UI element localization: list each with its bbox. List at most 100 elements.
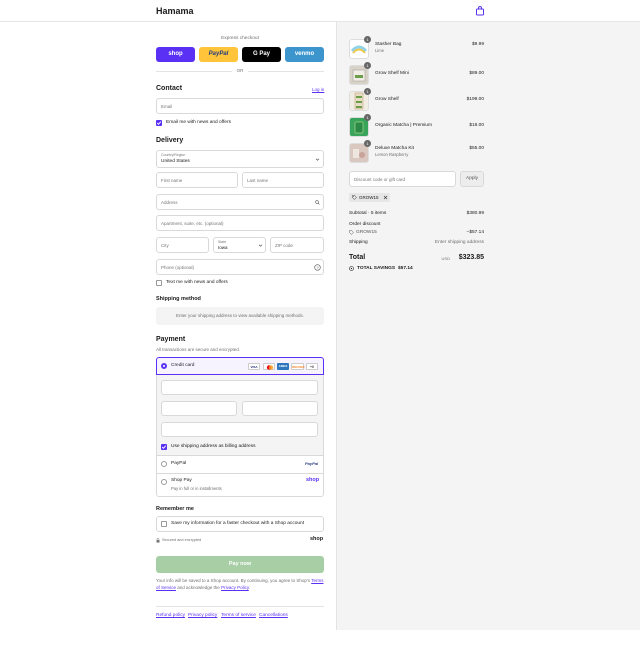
savings-label: TOTAL SAVINGS xyxy=(357,266,396,271)
quantity-badge: 1 xyxy=(364,36,371,43)
credit-card-radio[interactable] xyxy=(161,363,167,369)
shop-logo: shop xyxy=(310,536,324,542)
billing-same-checkbox[interactable] xyxy=(161,444,167,450)
shipping-label: Shipping xyxy=(349,240,368,245)
tag-icon xyxy=(349,230,354,235)
subtotal-value: $380.99 xyxy=(466,211,484,216)
refund-policy-link[interactable]: Refund policy xyxy=(156,613,185,618)
savings-tag-icon xyxy=(349,266,354,271)
or-divider-label: OR xyxy=(232,68,248,73)
item-variant: Lemon Raspberry xyxy=(375,152,409,157)
card-number-field[interactable] xyxy=(161,380,318,395)
shop-pay-button[interactable]: shop xyxy=(156,47,195,62)
quantity-badge: 1 xyxy=(364,140,371,147)
text-news-label: Text me with news and offers xyxy=(166,280,228,285)
address-field[interactable]: Address xyxy=(156,194,324,210)
login-link[interactable]: Log in xyxy=(312,87,324,92)
legal-text: Your info will be saved to a Shop accoun… xyxy=(156,577,324,591)
email-news-checkbox[interactable] xyxy=(156,120,162,126)
state-select[interactable]: State Iowa xyxy=(213,237,266,253)
apply-button[interactable]: Apply xyxy=(460,171,484,187)
cart-item: 1 Deluxe Matcha Kit Lemon Raspberry $55.… xyxy=(349,140,484,165)
cancellations-link[interactable]: Cancellations xyxy=(259,613,288,618)
privacy-policy-link[interactable]: Privacy policy xyxy=(188,613,217,618)
total-value: $323.85 xyxy=(458,254,484,261)
quantity-badge: 1 xyxy=(364,88,371,95)
search-icon xyxy=(315,200,320,205)
footer-divider xyxy=(156,606,324,607)
discount-code-label: GROW15 xyxy=(356,230,377,235)
text-news-checkbox[interactable] xyxy=(156,280,162,286)
item-price: $9.99 xyxy=(471,42,484,47)
shop-pay-option[interactable] xyxy=(156,473,324,497)
page-header: Hamama xyxy=(0,0,640,22)
save-info-checkbox[interactable] xyxy=(161,521,167,527)
zip-field[interactable]: ZIP code xyxy=(270,237,324,253)
delivery-title: Delivery xyxy=(156,137,184,144)
card-cvc-field[interactable] xyxy=(242,401,318,416)
phone-field[interactable]: Phone (optional) ? xyxy=(156,259,324,275)
paypal-button[interactable]: PayPal xyxy=(199,47,238,62)
first-name-field[interactable]: First name xyxy=(156,172,238,188)
chevron-down-icon xyxy=(258,244,263,247)
apartment-field[interactable]: Apartment, suite, etc. (optional) xyxy=(156,215,324,231)
terms-of-service-link[interactable]: Terms of service xyxy=(221,613,256,618)
item-name: Stasher Bag xyxy=(375,42,402,47)
currency-label: USD xyxy=(441,256,450,261)
credit-card-label: Credit card xyxy=(171,363,195,368)
city-field[interactable]: City xyxy=(156,237,209,253)
item-price: $199.00 xyxy=(466,97,484,102)
email-field[interactable]: Email xyxy=(156,98,324,114)
legal-text-part: Your info will be saved to a Shop accoun… xyxy=(156,578,311,583)
visa-icon: VISA xyxy=(248,363,260,370)
order-summary-panel xyxy=(336,22,640,630)
mastercard-icon xyxy=(263,363,275,370)
card-name-field[interactable] xyxy=(161,422,318,437)
payment-subtitle: All transactions are secure and encrypte… xyxy=(156,347,241,352)
legal-text-part: . xyxy=(248,585,251,590)
shop-pay-label: Shop Pay xyxy=(171,478,192,483)
cart-item: 1 Grow Shelf Mini $89.00 xyxy=(349,62,484,87)
item-name: Grow Shelf xyxy=(375,97,399,102)
shop-pay-radio[interactable] xyxy=(161,479,167,485)
help-icon[interactable]: ? xyxy=(314,264,321,271)
close-icon[interactable] xyxy=(383,195,388,200)
item-price: $89.00 xyxy=(469,71,484,76)
venmo-button[interactable]: venmo xyxy=(285,47,324,62)
quantity-badge: 1 xyxy=(364,62,371,69)
svg-text:?: ? xyxy=(316,265,319,270)
card-expiry-field[interactable] xyxy=(161,401,237,416)
brand-logo[interactable]: Hamama xyxy=(156,6,194,16)
subtotal-label: Subtotal · 5 items xyxy=(349,211,387,216)
total-row: Total USD $323.85 xyxy=(349,254,484,261)
express-checkout-label: Express checkout xyxy=(221,36,259,41)
country-select[interactable]: Country/Region United States xyxy=(156,150,324,168)
contact-title: Contact xyxy=(156,85,183,92)
order-discount-label: Order discount xyxy=(349,222,381,227)
item-price: $18.00 xyxy=(469,123,484,128)
order-discount-row: Order discount xyxy=(349,222,484,227)
bag-icon[interactable] xyxy=(475,6,485,16)
lock-icon xyxy=(156,538,160,543)
chevron-down-icon xyxy=(315,158,320,161)
item-price: $55.00 xyxy=(469,146,484,151)
shop-pay-subtext: Pay in full or in installments xyxy=(171,486,222,491)
last-name-field[interactable]: Last name xyxy=(242,172,324,188)
pay-now-button[interactable]: Pay now xyxy=(156,556,324,573)
google-pay-button[interactable]: G Pay xyxy=(242,47,281,62)
subtotal-row: Subtotal · 5 items $380.99 xyxy=(349,211,484,216)
legal-text-part: and acknowledge the xyxy=(177,585,220,590)
remember-title: Remember me xyxy=(156,506,194,512)
total-label: Total xyxy=(349,254,366,261)
paypal-radio[interactable] xyxy=(161,461,167,467)
shipping-value: Enter shipping address xyxy=(434,240,484,245)
billing-same-label: Use shipping address as billing address xyxy=(171,444,256,449)
shipping-method-note: Enter your shipping address to view avai… xyxy=(156,307,324,325)
discount-code-field[interactable]: Discount code or gift card xyxy=(349,171,456,187)
payment-title: Payment xyxy=(156,336,186,343)
amex-icon: AMEX xyxy=(277,363,289,370)
discount-chip-label: GROW15 xyxy=(359,195,379,200)
paypal-logo: PayPal xyxy=(305,461,319,466)
tag-icon xyxy=(352,195,357,200)
privacy-link[interactable]: Privacy Policy xyxy=(221,585,249,590)
